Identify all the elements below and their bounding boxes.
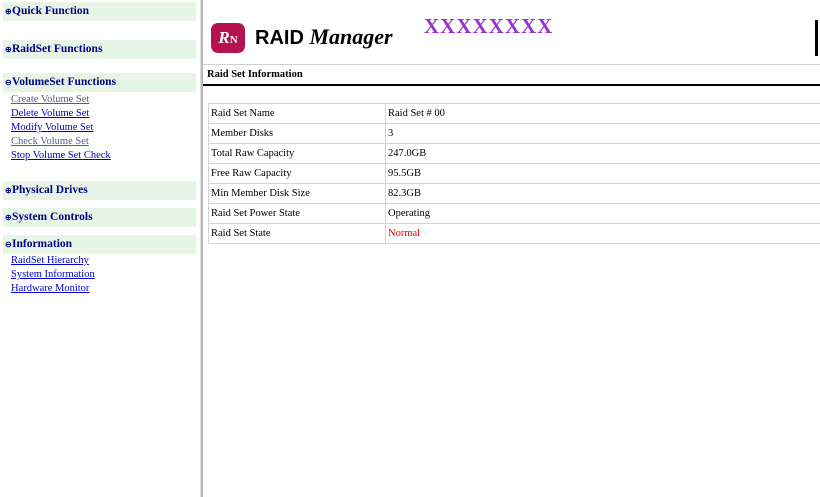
- row-value: 82.3GB: [385, 183, 820, 204]
- nav-section-label: RaidSet Functions: [12, 43, 103, 55]
- link-stop-volume-set-check[interactable]: Stop Volume Set Check: [11, 150, 111, 162]
- app-title: RAID Manager: [255, 24, 393, 49]
- table-row: Min Member Disk Size 82.3GB: [208, 183, 820, 204]
- nav-section-physical-drives[interactable]: ⊕ Physical Drives: [3, 181, 196, 200]
- nav-section-label: Information: [12, 238, 73, 250]
- nav-section-label: System Controls: [12, 211, 93, 223]
- table-row: Member Disks 3: [208, 123, 820, 144]
- collapse-icon: ⊖: [5, 240, 12, 249]
- row-label: Raid Set Name: [208, 103, 386, 124]
- nav-section-quick-function[interactable]: ⊕ Quick Function: [3, 2, 196, 21]
- table-row: Free Raw Capacity 95.5GB: [208, 163, 820, 184]
- row-value: Operating: [385, 203, 820, 224]
- banner: RN RAID Manager XXXXXXXX: [203, 0, 820, 62]
- nav-frame: ⊕ Quick Function ⊕ RaidSet Functions ⊖ V…: [0, 0, 200, 497]
- nav-section-information[interactable]: ⊖ Information: [3, 235, 196, 254]
- link-raidset-hierarchy[interactable]: RaidSet Hierarchy: [11, 255, 89, 267]
- row-value: 247.0GB: [385, 143, 820, 164]
- model-name: XXXXXXXX: [424, 14, 554, 38]
- row-label: Raid Set Power State: [208, 203, 386, 224]
- nav-section-label: Quick Function: [12, 5, 90, 17]
- table-row: Raid Set Power State Operating: [208, 203, 820, 224]
- row-label: Raid Set State: [208, 223, 386, 244]
- link-check-volume-set[interactable]: Check Volume Set: [11, 136, 89, 148]
- link-create-volume-set[interactable]: Create Volume Set: [11, 94, 89, 106]
- banner-edge-divider: [815, 20, 818, 56]
- raid-set-info-table: Raid Set Name Raid Set # 00 Member Disks…: [208, 103, 820, 244]
- row-value: 3: [385, 123, 820, 144]
- link-hardware-monitor[interactable]: Hardware Monitor: [11, 283, 89, 295]
- collapse-icon: ⊖: [5, 78, 12, 87]
- bullet-icon: ⊕: [5, 45, 12, 54]
- row-value: Raid Set # 00: [385, 103, 820, 124]
- row-label: Total Raw Capacity: [208, 143, 386, 164]
- table-row: Total Raw Capacity 247.0GB: [208, 143, 820, 164]
- section-title-bar: Raid Set Information: [203, 64, 820, 86]
- nav-section-raidset-functions[interactable]: ⊕ RaidSet Functions: [3, 40, 196, 59]
- bullet-icon: ⊕: [5, 213, 12, 222]
- bullet-icon: ⊕: [5, 7, 12, 16]
- row-value: 95.5GB: [385, 163, 820, 184]
- section-title: Raid Set Information: [207, 69, 303, 80]
- bullet-icon: ⊕: [5, 186, 12, 195]
- row-label: Member Disks: [208, 123, 386, 144]
- row-label: Free Raw Capacity: [208, 163, 386, 184]
- status-value: Normal: [385, 223, 820, 244]
- nav-section-label: Physical Drives: [12, 184, 88, 196]
- link-modify-volume-set[interactable]: Modify Volume Set: [11, 122, 93, 134]
- link-system-information[interactable]: System Information: [11, 269, 95, 281]
- table-row: Raid Set State Normal: [208, 223, 820, 244]
- nav-section-system-controls[interactable]: ⊕ System Controls: [3, 208, 196, 227]
- nav-section-label: VolumeSet Functions: [12, 76, 117, 88]
- row-label: Min Member Disk Size: [208, 183, 386, 204]
- logo-icon: RN: [211, 23, 245, 53]
- link-delete-volume-set[interactable]: Delete Volume Set: [11, 108, 89, 120]
- table-row: Raid Set Name Raid Set # 00: [208, 103, 820, 124]
- nav-section-volumeset-functions[interactable]: ⊖ VolumeSet Functions: [3, 73, 196, 92]
